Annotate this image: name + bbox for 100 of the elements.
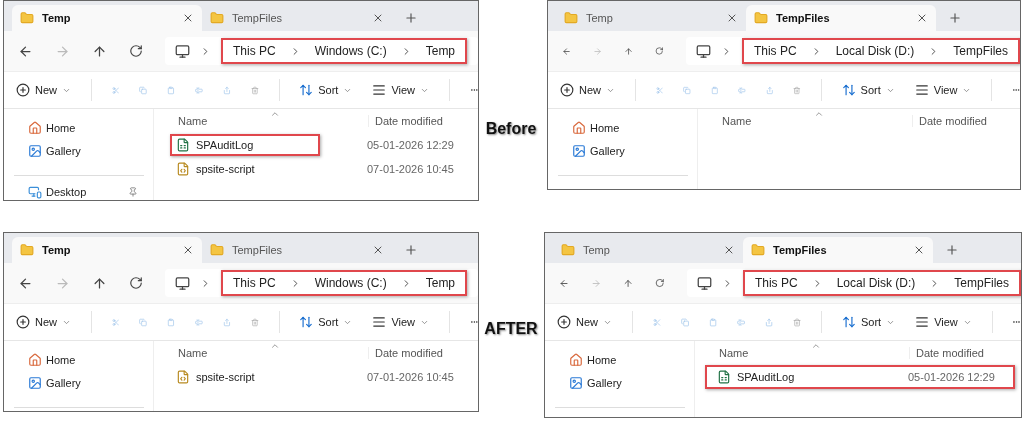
sort-button[interactable]: Sort [299, 315, 353, 329]
close-icon[interactable] [372, 244, 384, 256]
lines-icon [372, 83, 387, 97]
refresh-icon[interactable] [129, 44, 143, 58]
up-icon[interactable] [92, 43, 107, 59]
column-header[interactable]: Name [164, 347, 368, 359]
gallery-icon [28, 144, 42, 158]
sidebar-item[interactable]: Gallery [572, 144, 682, 158]
sidebar-item[interactable]: Gallery [28, 376, 138, 390]
file-row[interactable]: spsite-script 07-01-2026 10:45 [164, 365, 478, 389]
close-icon[interactable] [182, 244, 194, 256]
sidebar-item[interactable]: Home [28, 353, 138, 367]
lines-icon [372, 315, 387, 329]
tab[interactable]: Temp [556, 5, 746, 31]
tab[interactable]: Temp [12, 237, 202, 263]
column-header[interactable]: Name [708, 115, 912, 127]
sidebar-item[interactable]: Gallery [28, 144, 138, 158]
refresh-icon[interactable] [129, 276, 143, 290]
sort-button[interactable]: Sort [841, 83, 895, 97]
gallery-icon [572, 144, 586, 158]
new-button[interactable]: New [557, 315, 612, 329]
tab[interactable]: Temp [12, 5, 202, 31]
breadcrumb-item[interactable]: Windows (C:) [314, 276, 387, 290]
breadcrumb-item[interactable]: This PC [233, 276, 276, 290]
date-text: 07-01-2026 10:45 [366, 163, 454, 175]
file-name: spsite-script [170, 158, 261, 180]
sort-caret-icon [270, 341, 280, 351]
close-icon[interactable] [372, 12, 384, 24]
folder-icon [564, 11, 578, 25]
close-icon[interactable] [726, 12, 738, 24]
address-bar[interactable]: This PC Windows (C:) Temp [165, 269, 478, 297]
tab[interactable]: TempFiles [202, 5, 392, 31]
monitor-icon [695, 43, 711, 59]
sidebar-item[interactable]: Gallery [569, 376, 679, 390]
forward-icon[interactable] [55, 43, 70, 59]
breadcrumb-item[interactable]: This PC [753, 44, 797, 58]
column-header[interactable]: Name [705, 347, 909, 359]
date-text: 05-01-2026 12:29 [366, 139, 454, 151]
sidebar-item[interactable]: Desktop [28, 185, 138, 199]
new-button[interactable]: New [16, 83, 71, 97]
sort-button[interactable]: Sort [299, 83, 353, 97]
view-button[interactable]: View [372, 315, 430, 329]
sidebar-item[interactable]: Home [28, 121, 138, 135]
tab[interactable]: TempFiles [743, 237, 933, 263]
tab[interactable]: Temp [553, 237, 743, 263]
sort-icon [841, 83, 856, 97]
view-button[interactable]: View [372, 83, 430, 97]
column-header[interactable]: Date modified [368, 347, 443, 359]
breadcrumb-item[interactable]: This PC [754, 276, 798, 290]
file-row[interactable]: SPAuditLog 05-01-2026 12:29 [705, 365, 1015, 389]
plus-icon [16, 315, 30, 329]
close-icon[interactable] [182, 12, 194, 24]
monitor-icon [696, 275, 712, 291]
address-bar[interactable]: This PC Local Disk (D:) TempFiles [686, 269, 1021, 297]
back-icon[interactable] [18, 275, 33, 291]
breadcrumb-item[interactable]: This PC [233, 44, 276, 58]
new-button[interactable]: New [560, 83, 615, 97]
sort-icon [299, 315, 314, 329]
breadcrumb-item[interactable]: Temp [425, 276, 456, 290]
refresh-icon[interactable] [655, 276, 665, 290]
back-icon[interactable] [18, 43, 33, 59]
breadcrumb-item[interactable]: Local Disk (D:) [836, 276, 916, 290]
sort-button[interactable]: Sort [841, 315, 896, 329]
plus-icon[interactable] [948, 11, 962, 25]
tab[interactable]: TempFiles [202, 237, 392, 263]
sort-icon [299, 83, 314, 97]
column-header[interactable]: Date modified [368, 115, 443, 127]
new-button[interactable]: New [16, 315, 71, 329]
plus-icon[interactable] [404, 11, 418, 25]
forward-icon[interactable] [55, 275, 70, 291]
up-icon[interactable] [92, 275, 107, 291]
breadcrumb-item[interactable]: Local Disk (D:) [835, 44, 915, 58]
column-header[interactable]: Date modified [909, 347, 984, 359]
breadcrumb-item[interactable]: Temp [425, 44, 456, 58]
view-button[interactable]: View [915, 315, 972, 329]
breadcrumb-item[interactable]: TempFiles [953, 44, 1008, 58]
column-header[interactable]: Name [164, 115, 368, 127]
lines-icon [915, 315, 930, 329]
tab[interactable]: TempFiles [746, 5, 936, 31]
date-text: 07-01-2026 10:45 [366, 371, 454, 383]
file-row[interactable]: spsite-script 07-01-2026 10:45 [164, 157, 478, 181]
sidebar-item[interactable]: Home [569, 353, 679, 367]
file-row[interactable]: SPAuditLog 05-01-2026 12:29 [164, 133, 478, 157]
plus-icon[interactable] [945, 243, 959, 257]
address-bar[interactable]: This PC Local Disk (D:) TempFiles [685, 37, 1020, 65]
close-icon[interactable] [723, 244, 735, 256]
breadcrumb-item[interactable]: TempFiles [954, 276, 1009, 290]
sidebar-item[interactable]: Home [572, 121, 682, 135]
breadcrumb-item[interactable]: Windows (C:) [314, 44, 387, 58]
refresh-icon[interactable] [655, 44, 664, 58]
close-icon[interactable] [916, 12, 928, 24]
column-header[interactable]: Date modified [912, 115, 987, 127]
script-file-icon [176, 370, 190, 384]
plus-icon[interactable] [404, 243, 418, 257]
sort-caret-icon [814, 109, 824, 119]
view-button[interactable]: View [914, 83, 972, 97]
home-icon [572, 121, 586, 135]
file-name: SPAuditLog [711, 366, 801, 388]
close-icon[interactable] [913, 244, 925, 256]
address-bar[interactable]: This PC Windows (C:) Temp [165, 37, 478, 65]
